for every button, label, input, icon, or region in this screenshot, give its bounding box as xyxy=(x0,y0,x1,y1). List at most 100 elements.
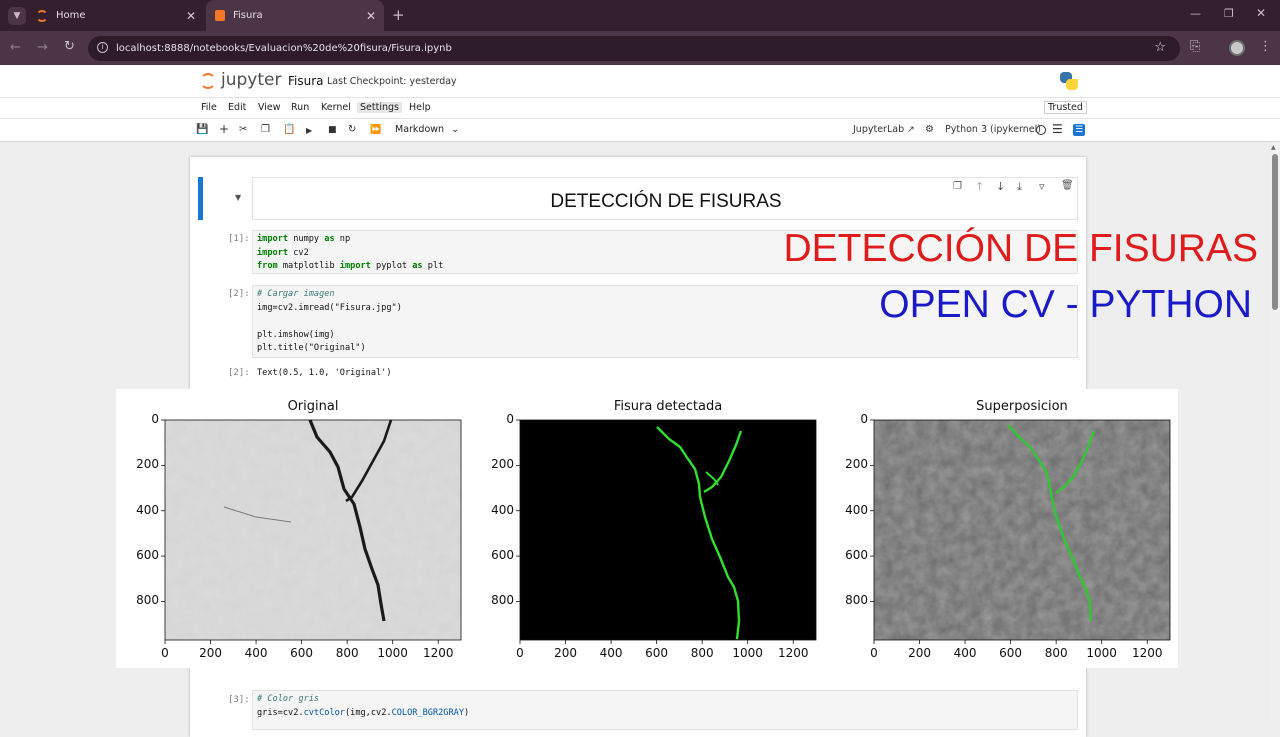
panel-original xyxy=(164,419,462,641)
site-info-icon[interactable]: i xyxy=(97,42,108,53)
y-tick-label: 600 xyxy=(136,548,159,563)
x-tick-label: 0 xyxy=(870,646,878,660)
cell-type-value: Markdown xyxy=(395,124,445,135)
x-tick-label: 600 xyxy=(645,646,669,660)
code-text: plt.imshow(img) xyxy=(257,329,335,340)
trusted-indicator[interactable]: Trusted xyxy=(1044,101,1087,114)
cell-prompt: [1]: xyxy=(228,234,250,244)
close-icon[interactable]: ✕ xyxy=(186,9,196,23)
active-cell-indicator xyxy=(198,177,203,220)
menu-help[interactable]: Help xyxy=(406,102,434,113)
cell-type-select[interactable]: Markdown ⌄ xyxy=(395,124,459,135)
code-function: COLOR_BGR2GRAY xyxy=(391,707,464,718)
panel-title-overlay: Superposicion xyxy=(976,399,1068,414)
y-tick-label: 400 xyxy=(491,502,514,517)
panel-title-original: Original xyxy=(287,399,339,414)
close-icon[interactable]: ✕ xyxy=(366,9,376,23)
code-keyword: from xyxy=(257,261,278,272)
code-text: img=cv2.imread("Fisura.jpg") xyxy=(257,302,402,313)
output-figure: Original Fisura detectada Superposicion … xyxy=(116,389,1178,668)
x-tick-label: 1000 xyxy=(377,646,408,660)
x-tick-label: 200 xyxy=(554,646,577,660)
delete-cell-icon[interactable]: 🗑 xyxy=(1061,180,1074,191)
menu-kernel[interactable]: Kernel xyxy=(318,102,354,113)
code-text: plt.title("Original") xyxy=(257,343,366,354)
scroll-up-icon[interactable]: ▲ xyxy=(1271,144,1276,151)
menu-file[interactable]: File xyxy=(198,102,220,113)
jupyter-logo-icon[interactable] xyxy=(200,73,216,89)
profile-avatar[interactable] xyxy=(1229,40,1245,56)
x-tick-label: 400 xyxy=(244,646,268,660)
cut-icon[interactable]: ✂ xyxy=(239,124,247,135)
list-icon[interactable]: ☰ xyxy=(1052,122,1063,136)
figure-canvas xyxy=(161,419,1171,644)
restore-icon[interactable]: ❐ xyxy=(1224,7,1234,20)
y-tick-label: 200 xyxy=(136,457,159,472)
code-keyword: import xyxy=(339,261,371,272)
code-comment: # Cargar imagen xyxy=(257,289,335,299)
add-cell-icon[interactable]: + xyxy=(219,122,229,136)
run-icon[interactable]: ▶ xyxy=(306,126,312,135)
y-tick-label: 600 xyxy=(845,548,868,563)
notebook-name[interactable]: Fisura xyxy=(288,74,324,88)
menu-edit[interactable]: Edit xyxy=(225,102,249,113)
y-tick-label: 200 xyxy=(491,457,514,472)
restart-icon[interactable]: ↻ xyxy=(348,124,356,135)
tab-home-label: Home xyxy=(56,10,86,21)
code-text: numpy xyxy=(288,234,325,244)
insert-above-icon[interactable]: ⤓ xyxy=(1017,180,1022,194)
y-tick-label: 800 xyxy=(136,593,159,608)
code-cell[interactable]: # Color gris gris=cv2.cvtColor(img,cv2.C… xyxy=(252,690,1078,730)
menu-run[interactable]: Run xyxy=(288,102,312,113)
jupyter-logo-text[interactable]: jupyter xyxy=(221,70,281,90)
scrollbar-thumb[interactable] xyxy=(1272,154,1278,310)
stop-icon[interactable]: ■ xyxy=(328,125,337,135)
save-icon[interactable]: 💾 xyxy=(196,124,208,135)
copy-icon[interactable]: ❐ xyxy=(261,124,270,135)
move-up-icon[interactable]: ↑ xyxy=(975,180,984,193)
reload-icon[interactable]: ↻ xyxy=(64,39,75,54)
concrete-texture xyxy=(874,420,1170,640)
x-tick-label: 200 xyxy=(908,646,931,660)
tab-home[interactable]: Home ✕ xyxy=(28,0,204,31)
code-comment: # Color gris xyxy=(257,694,320,704)
external-link-icon: ↗ xyxy=(907,125,915,135)
x-tick-label: 200 xyxy=(199,646,222,660)
page-scrollbar[interactable]: ▲ xyxy=(1270,142,1280,720)
new-tab-icon[interactable]: + xyxy=(392,6,405,24)
image-background xyxy=(520,420,816,640)
bookmark-star-icon[interactable]: ☆ xyxy=(1154,40,1166,55)
back-icon[interactable]: ← xyxy=(10,40,21,55)
url-text: localhost:8888/notebooks/Evaluacion%20de… xyxy=(116,43,452,54)
y-tick-label: 800 xyxy=(491,593,514,608)
fast-forward-icon[interactable]: ⏩ xyxy=(370,125,381,135)
y-tick-label: 600 xyxy=(491,548,514,563)
paste-icon[interactable]: 📋 xyxy=(283,124,295,135)
url-field[interactable]: i localhost:8888/notebooks/Evaluacion%20… xyxy=(88,36,1180,61)
jupyterlab-link[interactable]: JupyterLab ↗ xyxy=(853,124,915,135)
x-tick-label: 1200 xyxy=(422,646,454,660)
tab-fisura[interactable]: Fisura ✕ xyxy=(206,0,384,31)
markdown-cell[interactable]: DETECCIÓN DE FISURAS ❐ ↑ ↓ ⤓ ▿ 🗑 xyxy=(252,177,1078,220)
move-down-icon[interactable]: ↓ xyxy=(996,180,1005,193)
x-tick-label: 1000 xyxy=(1086,646,1117,660)
menu-view[interactable]: View xyxy=(255,102,284,113)
minimize-icon[interactable]: — xyxy=(1190,7,1201,20)
output-prompt: [2]: xyxy=(228,368,250,378)
panel-title-detected: Fisura detectada xyxy=(613,399,723,414)
x-tick-label: 400 xyxy=(599,646,623,660)
property-inspector-icon[interactable]: ☰ xyxy=(1073,124,1085,136)
gear-icon[interactable]: ⚙ xyxy=(925,124,934,135)
kernel-name[interactable]: Python 3 (ipykernel) xyxy=(945,124,1041,135)
extensions-icon[interactable]: ⎘ xyxy=(1190,39,1200,54)
insert-below-icon[interactable]: ▿ xyxy=(1039,180,1045,193)
jupyter-header: jupyter Fisura Last Checkpoint: yesterda… xyxy=(0,65,1280,97)
collapse-caret-icon[interactable]: ▼ xyxy=(235,193,241,202)
duplicate-cell-icon[interactable]: ❐ xyxy=(953,181,962,192)
tab-search-icon[interactable]: ▼ xyxy=(8,7,26,25)
forward-icon[interactable]: → xyxy=(37,40,48,55)
menu-settings[interactable]: Settings xyxy=(357,102,402,113)
x-tick-label: 600 xyxy=(290,646,314,660)
window-close-icon[interactable]: ✕ xyxy=(1256,6,1266,20)
browser-menu-icon[interactable]: ⋮ xyxy=(1259,39,1272,54)
